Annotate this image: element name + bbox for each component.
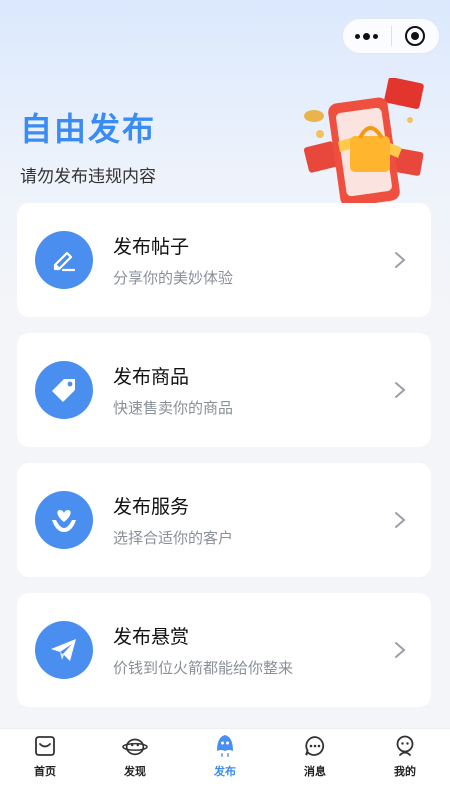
tab-publish[interactable]: 发布: [180, 729, 270, 800]
publish-post-card[interactable]: 发布帖子 分享你的美妙体验: [17, 203, 431, 317]
card-description: 选择合适你的客户: [113, 529, 234, 547]
home-icon: [32, 733, 58, 759]
card-title: 发布悬赏: [113, 626, 190, 648]
message-icon: [302, 733, 328, 759]
publish-icon: [212, 733, 238, 759]
card-title: 发布服务: [113, 496, 190, 518]
tab-label: 消息: [304, 765, 326, 778]
card-title: 发布商品: [113, 366, 190, 388]
publish-product-card[interactable]: 发布商品 快速售卖你的商品: [17, 333, 431, 447]
chevron-right-icon: [395, 252, 406, 268]
card-title: 发布帖子: [113, 236, 190, 258]
tab-profile[interactable]: 我的: [360, 729, 450, 800]
shopping-phone-illustration: [303, 78, 424, 207]
paper-plane-icon: [35, 621, 93, 679]
tab-messages[interactable]: 消息: [270, 729, 360, 800]
more-button[interactable]: [343, 19, 391, 53]
more-dots-icon: [355, 32, 379, 40]
tag-icon: [35, 361, 93, 419]
tab-label: 发布: [214, 765, 236, 778]
pencil-icon: [35, 231, 93, 289]
tab-label: 发现: [124, 765, 146, 778]
miniprogram-capsule: [342, 18, 440, 54]
publish-service-card[interactable]: 发布服务 选择合适你的客户: [17, 463, 431, 577]
card-description: 价钱到位火箭都能给你整来: [113, 659, 294, 677]
card-description: 分享你的美妙体验: [113, 269, 234, 287]
page-subtitle: 请勿发布违规内容: [20, 167, 156, 187]
chevron-right-icon: [395, 382, 406, 398]
profile-icon: [392, 733, 418, 759]
page-title: 自由发布: [20, 110, 157, 148]
discover-icon: [122, 733, 148, 759]
close-miniprogram-button[interactable]: [392, 19, 440, 53]
bottom-tab-bar: 首页 发现 发布 消息 我的: [0, 728, 450, 800]
publish-bounty-card[interactable]: 发布悬赏 价钱到位火箭都能给你整来: [17, 593, 431, 707]
chevron-right-icon: [395, 642, 406, 658]
card-description: 快速售卖你的商品: [113, 399, 234, 417]
heart-hand-icon: [35, 491, 93, 549]
tab-label: 我的: [394, 765, 416, 778]
tab-home[interactable]: 首页: [0, 729, 90, 800]
tab-discover[interactable]: 发现: [90, 729, 180, 800]
target-icon: [405, 26, 426, 46]
tab-label: 首页: [34, 765, 56, 778]
chevron-right-icon: [395, 512, 406, 528]
